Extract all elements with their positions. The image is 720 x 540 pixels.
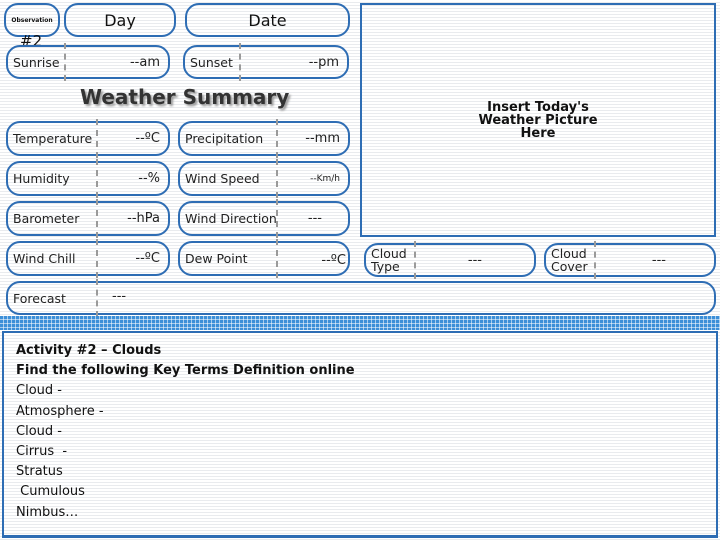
term-cumulous: Cumulous — [16, 484, 85, 500]
precipitation-field[interactable]: Precipitation --mm — [178, 119, 350, 158]
cloud-cover-field[interactable]: Cloud Cover --- — [544, 241, 716, 279]
activity-panel: Activity #2 – Clouds Find the following … — [2, 331, 718, 538]
cloud-cover-label: Cloud Cover — [551, 246, 588, 274]
sunset-value: --pm — [308, 54, 339, 70]
divider — [276, 159, 278, 198]
wind-speed-field[interactable]: Wind Speed --Km/h — [178, 159, 350, 198]
divider — [594, 241, 596, 279]
date-field[interactable]: Date — [185, 3, 350, 37]
term-atmosphere: Atmosphere - — [16, 403, 104, 419]
sunset-field[interactable]: Sunset --pm — [183, 43, 349, 81]
wind-chill-field[interactable]: Wind Chill --ºC — [6, 239, 170, 278]
divider — [96, 199, 98, 238]
term-cloud: Cloud - — [16, 383, 62, 399]
wind-direction-value: --- — [307, 211, 322, 226]
term-stratus: Stratus — [16, 464, 63, 480]
sunrise-value: --am — [129, 54, 160, 70]
sunrise-field[interactable]: Sunrise --am — [6, 43, 170, 81]
cloud-cover-value: --- — [651, 252, 666, 268]
cloud-type-value: --- — [467, 252, 482, 268]
dew-point-label: Dew Point — [185, 251, 248, 266]
term-nimbus: Nimbus… — [16, 504, 79, 520]
divider — [239, 43, 241, 81]
wind-chill-label: Wind Chill — [13, 251, 76, 266]
barometer-value: --hPa — [127, 211, 160, 226]
humidity-field[interactable]: Humidity --% — [6, 159, 170, 198]
humidity-label: Humidity — [13, 171, 70, 186]
divider — [96, 119, 98, 158]
sunrise-label: Sunrise — [13, 54, 60, 70]
divider — [96, 159, 98, 198]
divider — [96, 279, 98, 317]
cloud-type-label: Cloud Type — [371, 246, 407, 274]
cloud-type-field[interactable]: Cloud Type --- — [364, 241, 536, 279]
term-cirrus: Cirrus - — [16, 444, 68, 460]
activity-instruction: Find the following Key Terms Definition … — [16, 363, 355, 379]
decorative-band — [0, 316, 720, 330]
forecast-label: Forecast — [13, 290, 66, 306]
activity-title: Activity #2 – Clouds — [16, 343, 162, 358]
wind-speed-label: Wind Speed — [185, 171, 260, 186]
forecast-field[interactable]: Forecast --- — [6, 279, 716, 317]
divider — [414, 241, 416, 279]
sunset-label: Sunset — [190, 54, 233, 70]
barometer-label: Barometer — [13, 211, 80, 226]
humidity-value: --% — [138, 171, 160, 186]
date-label: Date — [248, 10, 287, 30]
observation-label: Observation — [11, 16, 53, 24]
divider — [276, 239, 278, 278]
divider — [276, 119, 278, 158]
temperature-field[interactable]: Temperature --ºC — [6, 119, 170, 158]
precipitation-label: Precipitation — [185, 131, 264, 146]
picture-placeholder-text: Insert Today's Weather Picture Here — [478, 99, 598, 141]
forecast-value: --- — [112, 289, 127, 304]
wind-direction-field[interactable]: Wind Direction --- — [178, 199, 350, 238]
divider — [276, 199, 278, 238]
dew-point-value: --ºC — [321, 253, 346, 268]
wind-direction-label: Wind Direction — [185, 211, 277, 226]
weather-picture-placeholder[interactable]: Insert Today's Weather Picture Here — [360, 3, 716, 237]
wind-chill-value: --ºC — [135, 251, 160, 266]
term-cloud-2: Cloud - — [16, 423, 62, 439]
temperature-value: --ºC — [135, 131, 160, 146]
divider — [64, 43, 66, 81]
barometer-field[interactable]: Barometer --hPa — [6, 199, 170, 238]
precipitation-value: --mm — [305, 131, 340, 146]
day-field[interactable]: Day — [64, 3, 176, 37]
day-label: Day — [104, 10, 136, 30]
wind-speed-value: --Km/h — [310, 173, 340, 184]
dew-point-field[interactable]: Dew Point --ºC — [178, 239, 350, 278]
weather-summary-title: Weather Summary — [80, 85, 290, 109]
temperature-label: Temperature — [13, 131, 93, 146]
divider — [96, 239, 98, 278]
